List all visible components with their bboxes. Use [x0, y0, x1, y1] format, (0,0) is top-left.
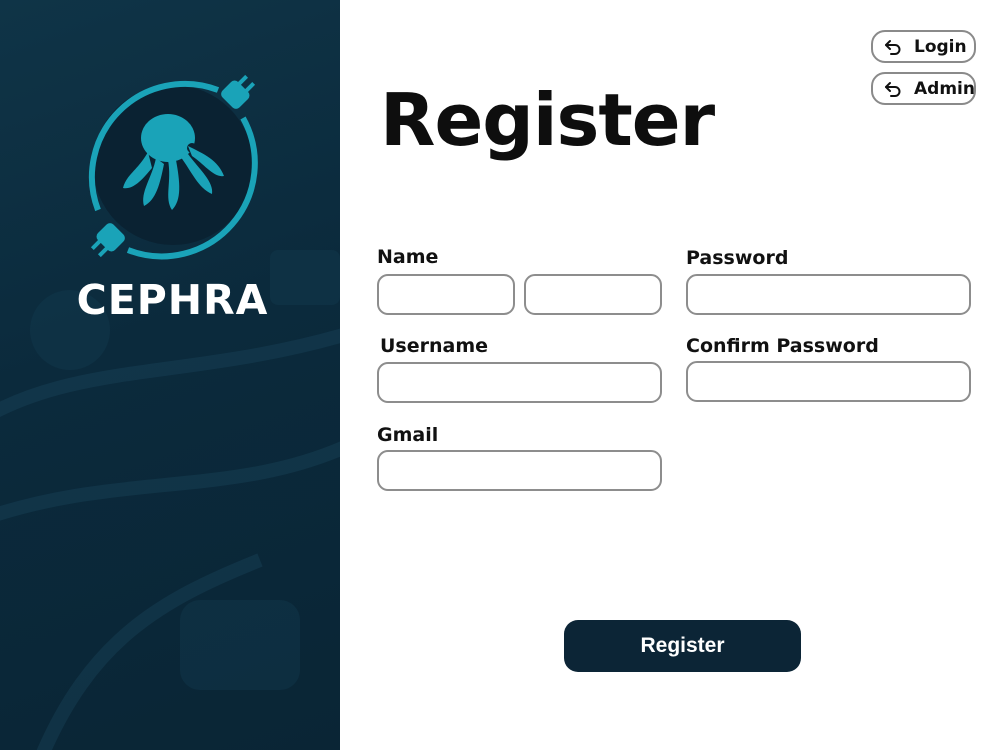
- username-label: Username: [380, 335, 489, 357]
- username-input[interactable]: [377, 362, 662, 403]
- octopus-plug-logo-icon: [88, 74, 258, 260]
- register-button[interactable]: Register: [564, 620, 801, 672]
- confirm-password-input[interactable]: [686, 361, 971, 402]
- confirm-password-label: Confirm Password: [686, 335, 879, 357]
- return-arrow-icon: [885, 81, 901, 97]
- brand-name: CEPHRA: [76, 276, 269, 324]
- first-name-input[interactable]: [377, 274, 515, 315]
- last-name-input[interactable]: [524, 274, 662, 315]
- login-button[interactable]: Login: [871, 30, 976, 63]
- gmail-input[interactable]: [377, 450, 662, 491]
- admin-button-label: Admin: [914, 78, 975, 99]
- gmail-label: Gmail: [377, 424, 439, 446]
- return-arrow-icon: [885, 39, 901, 55]
- name-label: Name: [377, 246, 439, 268]
- admin-button[interactable]: Admin: [871, 72, 976, 105]
- page-title: Register: [380, 78, 715, 162]
- password-input[interactable]: [686, 274, 971, 315]
- login-button-label: Login: [914, 36, 967, 57]
- brand-panel: CEPHRA: [0, 0, 340, 750]
- password-label: Password: [686, 247, 789, 269]
